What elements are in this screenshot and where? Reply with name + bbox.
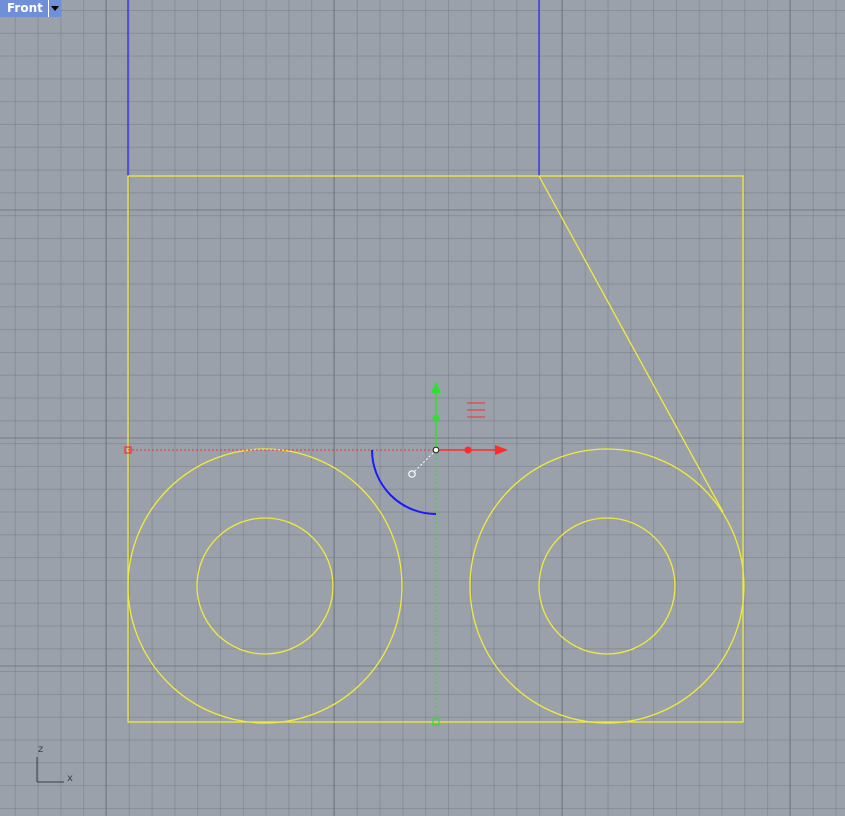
scale-y-handle-icon[interactable]	[432, 414, 440, 422]
gumball-widget[interactable]	[124, 381, 508, 726]
scale-x-handle-icon[interactable]	[464, 446, 472, 454]
axis-horizontal-label: x	[67, 773, 73, 784]
left-outer-circle[interactable]	[127, 448, 403, 724]
right-outer-circle[interactable]	[469, 448, 745, 724]
scene-canvas[interactable]: z x	[0, 0, 845, 816]
major-grid	[0, 0, 845, 816]
viewport-tab[interactable]: Front	[0, 0, 61, 17]
free-move-line	[412, 449, 437, 474]
axis-indicator: z x	[36, 744, 73, 784]
gumball-origin-icon[interactable]	[432, 446, 440, 454]
left-inner-circle[interactable]	[196, 517, 334, 655]
arrow-up-icon[interactable]	[431, 381, 441, 393]
viewport-menu-button[interactable]	[47, 0, 61, 17]
plane-lines-icon[interactable]	[467, 402, 485, 418]
front-viewport[interactable]: Front z x	[0, 0, 845, 816]
triangle-down-icon	[50, 6, 59, 11]
axis-vertical-label: z	[38, 744, 43, 755]
arrow-right-icon[interactable]	[495, 445, 508, 455]
free-move-handle-icon[interactable]	[408, 470, 416, 478]
diagonal-line[interactable]	[538, 175, 724, 513]
right-inner-circle[interactable]	[538, 517, 676, 655]
viewport-title[interactable]: Front	[0, 0, 48, 17]
